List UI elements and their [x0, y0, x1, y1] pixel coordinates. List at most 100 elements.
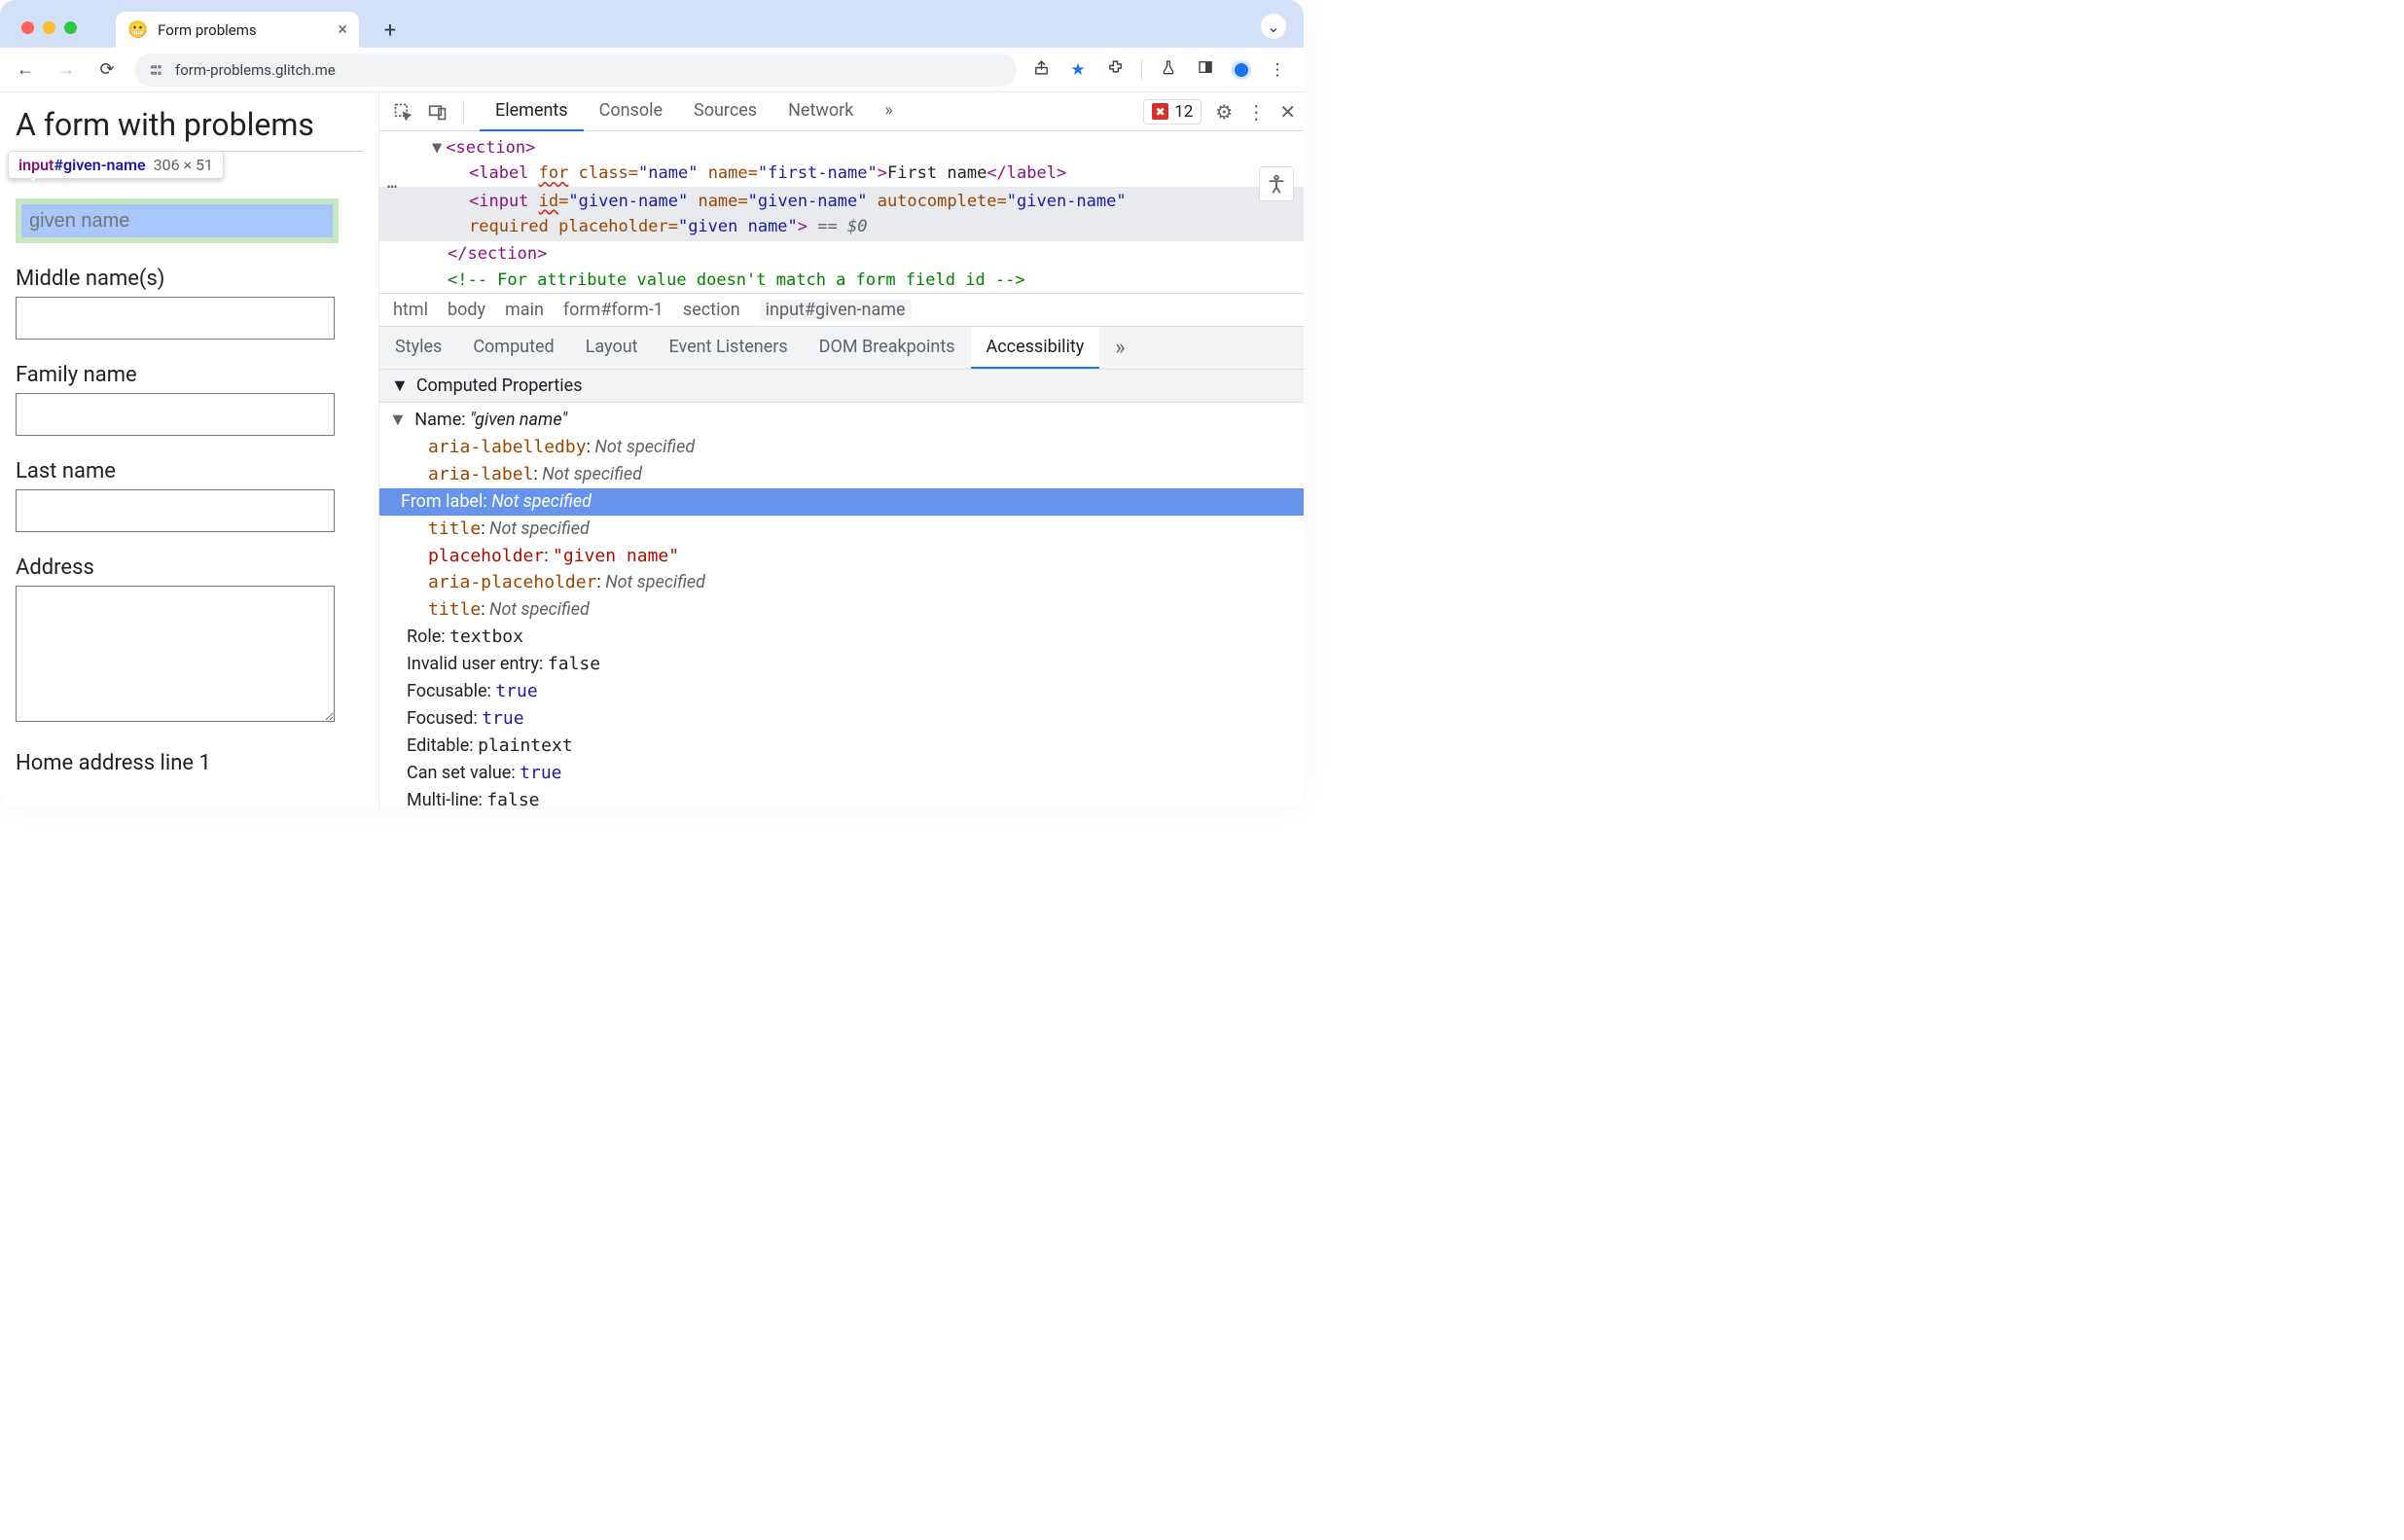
accessibility-name-source-row[interactable]: From label: Not specified	[379, 488, 1304, 516]
content-split: A form with problems input#given-name 30…	[0, 92, 1304, 807]
tabs-overflow-icon[interactable]: »	[869, 92, 908, 131]
tab-sources[interactable]: Sources	[678, 92, 772, 131]
extensions-icon[interactable]	[1104, 59, 1126, 81]
subtab-accessibility[interactable]: Accessibility	[971, 327, 1100, 369]
computed-props-body: ▼ Name: "given name" aria-labelledby: No…	[379, 403, 1304, 807]
computed-props-title: Computed Properties	[416, 376, 583, 396]
computed-props-header[interactable]: ▼ Computed Properties	[379, 370, 1304, 403]
accessibility-property-row: Can set value: true	[407, 760, 1294, 787]
tab-network[interactable]: Network	[772, 92, 869, 131]
breadcrumb-item[interactable]: form#form-1	[563, 300, 664, 320]
tab-favicon-icon: 😬	[127, 20, 148, 40]
middle-name-input[interactable]	[16, 297, 335, 340]
devtools-tabs: Elements Console Sources Network »	[480, 92, 909, 131]
chrome-menu-icon[interactable]: ⋮	[1267, 60, 1288, 80]
subtab-dom-breakpoints[interactable]: DOM Breakpoints	[804, 327, 971, 369]
accessibility-property-row: Multi-line: false	[407, 787, 1294, 807]
tab-title: Form problems	[158, 21, 328, 39]
accessibility-property-row: Invalid user entry: false	[407, 651, 1294, 678]
tab-elements[interactable]: Elements	[480, 92, 584, 131]
close-window-icon[interactable]	[21, 21, 34, 34]
accessibility-property-row: Role: textbox	[407, 624, 1294, 651]
disclosure-triangle-icon[interactable]: ▼	[432, 135, 442, 161]
profile-avatar-icon[interactable]	[1232, 60, 1251, 80]
dom-tree[interactable]: ⋯ ▼<section> <label for class="name" nam…	[379, 131, 1304, 294]
subtab-layout[interactable]: Layout	[570, 327, 654, 369]
accessibility-name-source-row[interactable]: aria-placeholder: Not specified	[407, 569, 1294, 596]
accessibility-name-source-row[interactable]: aria-label: Not specified	[407, 461, 1294, 488]
close-tab-icon[interactable]: ×	[338, 21, 347, 39]
minimize-window-icon[interactable]	[43, 21, 55, 34]
device-toolbar-icon[interactable]	[422, 96, 453, 127]
site-settings-icon[interactable]	[148, 61, 165, 79]
toolbar-right: ★ ⋮	[1030, 59, 1292, 81]
accessibility-property-row: Focused: true	[407, 705, 1294, 733]
elements-subtabs: Styles Computed Layout Event Listeners D…	[379, 327, 1304, 370]
back-button[interactable]: ←	[12, 59, 39, 80]
error-count-badge[interactable]: ✖ 12	[1143, 99, 1202, 125]
tab-console[interactable]: Console	[584, 92, 678, 131]
devtools-toolbar: Elements Console Sources Network » ✖ 12 …	[379, 92, 1304, 131]
breadcrumb-item[interactable]: section	[683, 300, 740, 320]
close-devtools-icon[interactable]: ✕	[1279, 100, 1296, 124]
label-home-address-1: Home address line 1	[16, 751, 363, 775]
subtabs-overflow-icon[interactable]: »	[1105, 336, 1134, 360]
reload-button[interactable]: ⟳	[93, 59, 121, 80]
browser-window: 😬 Form problems × + ⌄ ← → ⟳ form-problem…	[0, 0, 1304, 807]
label-last-name: Last name	[16, 459, 363, 483]
devtools-menu-icon[interactable]: ⋮	[1246, 100, 1266, 124]
browser-tab[interactable]: 😬 Form problems ×	[116, 12, 359, 48]
error-count: 12	[1174, 102, 1193, 122]
breadcrumb-item[interactable]: body	[448, 300, 485, 320]
family-name-input[interactable]	[16, 393, 335, 436]
new-tab-button[interactable]: +	[377, 17, 404, 44]
breadcrumb-item[interactable]: main	[505, 300, 544, 320]
page-title: A form with problems	[16, 106, 363, 152]
separator	[463, 100, 464, 124]
error-icon: ✖	[1152, 103, 1168, 120]
prop-name-label: Name:	[414, 410, 470, 430]
tab-overflow-button[interactable]: ⌄	[1261, 14, 1286, 39]
accessibility-toggle-icon[interactable]	[1259, 166, 1294, 201]
accessibility-name-source-row[interactable]: placeholder: "given name"	[407, 543, 1294, 570]
forward-button[interactable]: →	[53, 59, 80, 80]
omnibox[interactable]: form-problems.glitch.me	[134, 54, 1017, 87]
address-textarea[interactable]	[16, 586, 335, 722]
accessibility-property-row: Editable: plaintext	[407, 733, 1294, 760]
label-family-name: Family name	[16, 363, 363, 387]
accessibility-name-source-row[interactable]: aria-labelledby: Not specified	[407, 434, 1294, 461]
breadcrumb-item[interactable]: html	[393, 300, 428, 320]
dom-breadcrumb: html body main form#form-1 section input…	[379, 294, 1304, 327]
element-inspect-tooltip: input#given-name 306 × 51	[8, 151, 224, 179]
prop-name-value: "given name"	[470, 410, 567, 430]
subtab-computed[interactable]: Computed	[457, 327, 569, 369]
settings-gear-icon[interactable]: ⚙	[1215, 100, 1233, 124]
label-middle-name: Middle name(s)	[16, 267, 363, 291]
inspect-element-icon[interactable]	[387, 96, 418, 127]
disclosure-triangle-icon[interactable]: ▼	[389, 410, 407, 430]
accessibility-name-source-row[interactable]: title: Not specified	[407, 516, 1294, 543]
devtools-panel: Elements Console Sources Network » ✖ 12 …	[379, 92, 1304, 807]
zoom-window-icon[interactable]	[64, 21, 77, 34]
subtab-styles[interactable]: Styles	[379, 327, 457, 369]
omnibox-url: form-problems.glitch.me	[175, 61, 336, 79]
tabstrip: 😬 Form problems × + ⌄	[0, 0, 1304, 48]
separator	[1141, 60, 1142, 80]
experiments-icon[interactable]	[1158, 59, 1179, 80]
label-address: Address	[16, 555, 363, 580]
breadcrumb-item[interactable]: input#given-name	[760, 300, 912, 320]
subtab-event-listeners[interactable]: Event Listeners	[654, 327, 804, 369]
side-panel-icon[interactable]	[1195, 59, 1216, 80]
accessibility-property-row: Focusable: true	[407, 678, 1294, 705]
disclosure-triangle-icon[interactable]: ▼	[391, 376, 409, 396]
address-bar: ← → ⟳ form-problems.glitch.me ★	[0, 48, 1304, 92]
share-icon[interactable]	[1030, 59, 1052, 81]
traffic-lights	[10, 21, 89, 48]
bookmark-star-icon[interactable]: ★	[1067, 60, 1089, 80]
rendered-page: A form with problems input#given-name 30…	[0, 92, 379, 807]
collapsed-ancestors-icon[interactable]: ⋯	[387, 174, 399, 199]
last-name-input[interactable]	[16, 489, 335, 532]
given-name-input[interactable]	[21, 204, 333, 237]
accessibility-name-source-row[interactable]: title: Not specified	[407, 596, 1294, 624]
selected-dom-node[interactable]: <input id="given-name" name="given-name"…	[379, 187, 1304, 242]
